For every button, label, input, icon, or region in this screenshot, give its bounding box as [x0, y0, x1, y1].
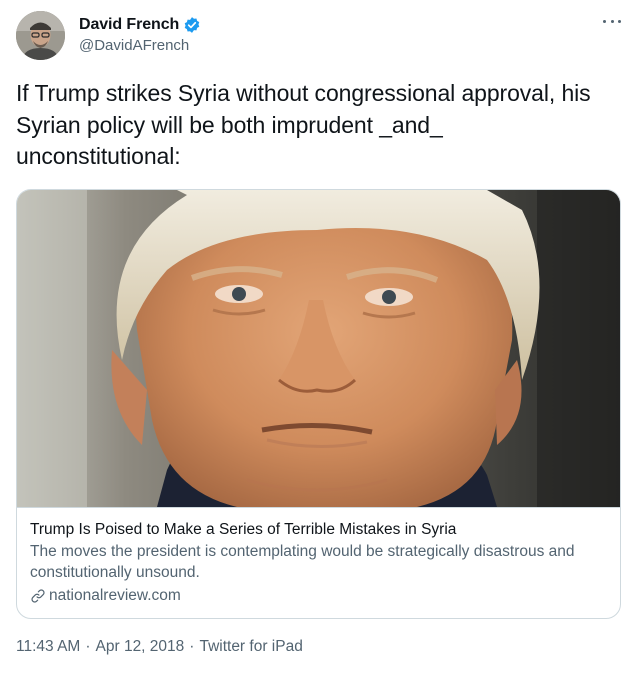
tweet-date[interactable]: Apr 12, 2018 — [96, 638, 185, 656]
tweet-text: If Trump strikes Syria without congressi… — [16, 78, 626, 173]
card-description: The moves the president is contemplating… — [30, 543, 575, 581]
tweet: David French @DavidAFrench If Trump stri… — [0, 0, 639, 680]
profile-photo-icon — [16, 11, 65, 60]
more-dot-icon — [603, 19, 606, 23]
headline-photo-icon — [17, 190, 620, 507]
tweet-text-line: unconstitutional: — [16, 143, 181, 169]
more-dot-icon — [610, 19, 614, 23]
tweet-source[interactable]: Twitter for iPad — [199, 638, 302, 656]
verified-badge-icon — [184, 17, 200, 33]
card-domain[interactable]: nationalreview.com — [30, 585, 610, 606]
author-name-row[interactable]: David French — [79, 14, 201, 36]
card-image[interactable] — [17, 190, 620, 507]
link-card[interactable]: Trump Is Poised to Make a Series of Terr… — [16, 189, 621, 619]
card-body[interactable]: Trump Is Poised to Make a Series of Terr… — [30, 519, 610, 606]
tweet-text-line: If Trump strikes Syria without congressi… — [16, 80, 591, 106]
meta-separator: · — [189, 638, 195, 655]
more-dot-icon — [618, 19, 621, 23]
display-name[interactable]: David French — [79, 16, 179, 34]
tweet-time[interactable]: 11:43 AM — [16, 638, 80, 656]
meta-separator: · — [85, 638, 91, 655]
tweet-meta: 11:43 AM · Apr 12, 2018 · Twitter for iP… — [16, 638, 303, 656]
card-domain-text[interactable]: nationalreview.com — [49, 585, 181, 606]
more-options-button[interactable] — [601, 13, 623, 29]
tweet-text-line: Syrian policy will be both imprudent _an… — [16, 111, 443, 138]
card-divider — [17, 507, 620, 508]
author-handle[interactable]: @DavidAFrench — [79, 37, 189, 54]
link-icon — [31, 588, 45, 603]
avatar[interactable] — [16, 11, 65, 60]
card-title[interactable]: Trump Is Poised to Make a Series of Terr… — [30, 519, 610, 540]
